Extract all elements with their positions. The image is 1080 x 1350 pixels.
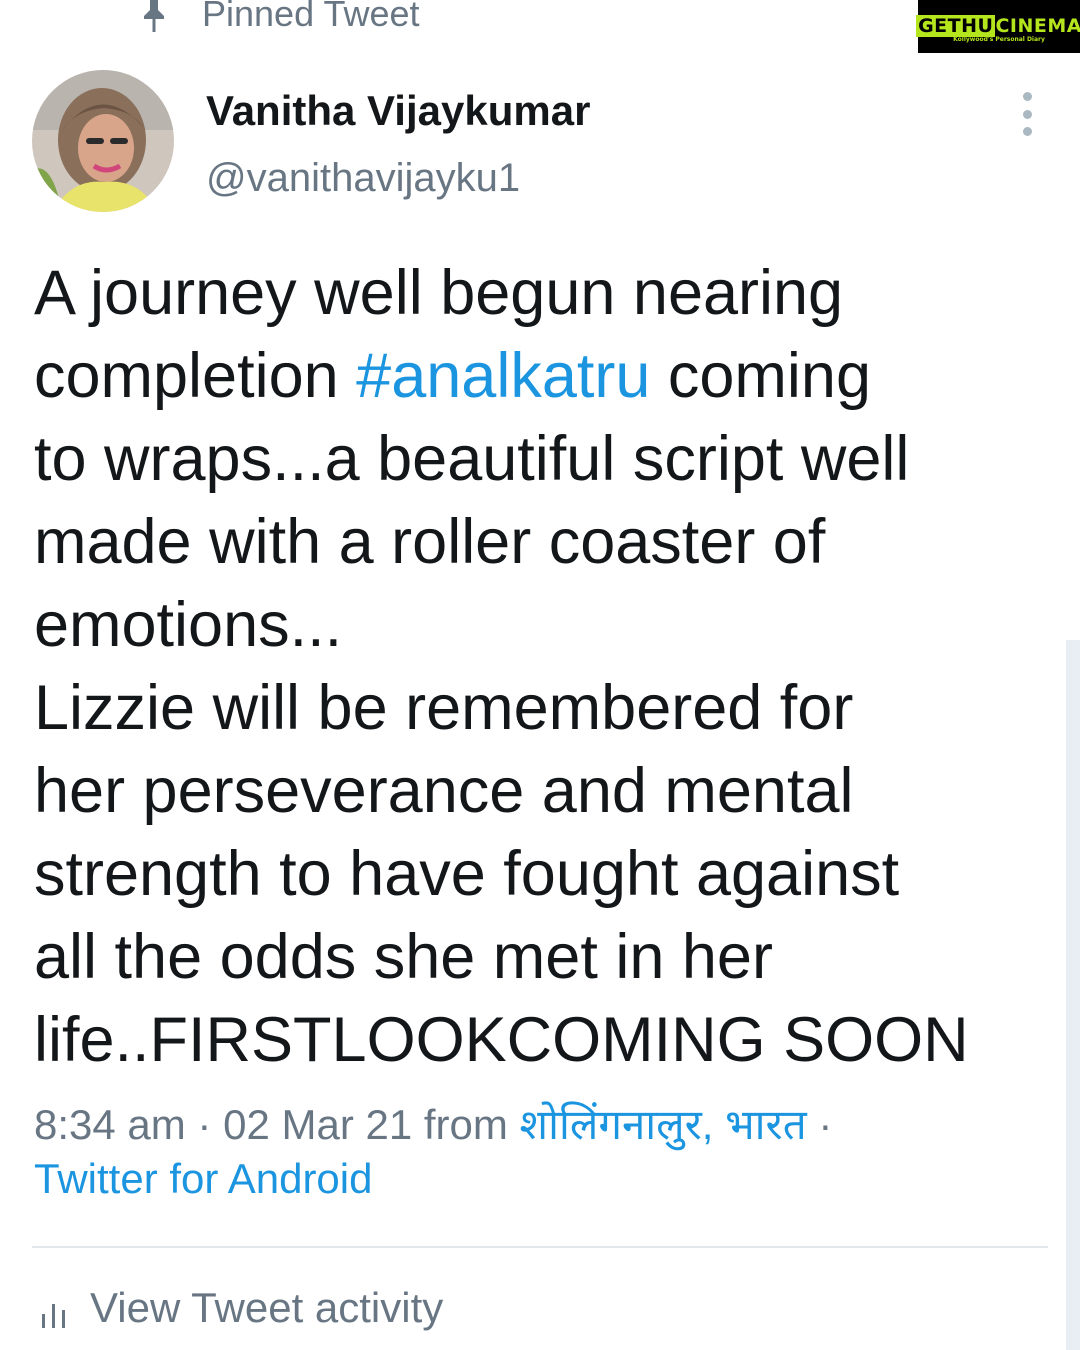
- tweet-line: strength to have fought against: [34, 839, 900, 909]
- view-tweet-activity-button[interactable]: View Tweet activity: [40, 1280, 443, 1336]
- pin-icon: [140, 0, 168, 32]
- tweet-line: emotions...: [34, 590, 343, 660]
- more-dot-icon: [1022, 92, 1032, 101]
- tweet-line: all the odds she met in her: [34, 922, 773, 992]
- divider: [32, 1246, 1048, 1248]
- pinned-label: Pinned Tweet: [202, 0, 420, 34]
- more-options-button[interactable]: [1010, 92, 1044, 136]
- source-link[interactable]: Twitter for Android: [34, 1155, 372, 1202]
- pinned-tweet-indicator: Pinned Tweet: [140, 0, 420, 36]
- tweet-line: A journey well begun nearing: [34, 258, 844, 328]
- more-dot-icon: [1022, 127, 1032, 136]
- tweet-line: made with a roller coaster of: [34, 507, 826, 577]
- tweet-line: life..FIRSTLOOKCOMING SOON: [34, 1005, 969, 1075]
- more-dot-icon: [1022, 109, 1032, 119]
- tweet-text: A journey well begun nearing completion …: [34, 252, 1034, 1082]
- activity-label: View Tweet activity: [90, 1284, 444, 1331]
- tweet-line: to wraps...a beautiful script well: [34, 424, 910, 494]
- author-handle[interactable]: @vanithavijayku1: [206, 154, 520, 202]
- location-link[interactable]: शोलिंगनालुर, भारत: [520, 1101, 807, 1148]
- scrollbar[interactable]: [1066, 640, 1080, 1350]
- watermark-subtitle: Kollywood's Personal Diary: [953, 35, 1045, 43]
- tweet-metadata: 8:34 am · 02 Mar 21 from शोलिंगनालुर, भा…: [34, 1098, 1034, 1206]
- timestamp: 8:34 am · 02 Mar 21 from: [34, 1101, 520, 1148]
- timestamp-line: 8:34 am · 02 Mar 21 from शोलिंगनालुर, भा…: [34, 1101, 833, 1148]
- gethu-cinema-watermark-logo: GETHU CINEMA Kollywood's Personal Diary: [916, 0, 1080, 53]
- source-line: Twitter for Android: [34, 1152, 1034, 1206]
- bar-chart-icon: [40, 1292, 70, 1328]
- avatar[interactable]: [32, 70, 174, 212]
- tweet-detail-page: Pinned Tweet GETHU CINEMA Kollywood's Per…: [0, 0, 1080, 1350]
- tweet-line: completion #analkatru coming: [34, 341, 871, 411]
- tweet-line: her perseverance and mental: [34, 756, 854, 826]
- author-name[interactable]: Vanitha Vijaykumar: [206, 86, 590, 136]
- tweet-line: Lizzie will be remembered for: [34, 673, 854, 743]
- hashtag-link[interactable]: #analkatru: [356, 341, 650, 411]
- watermark-title: GETHU CINEMA: [916, 14, 1080, 37]
